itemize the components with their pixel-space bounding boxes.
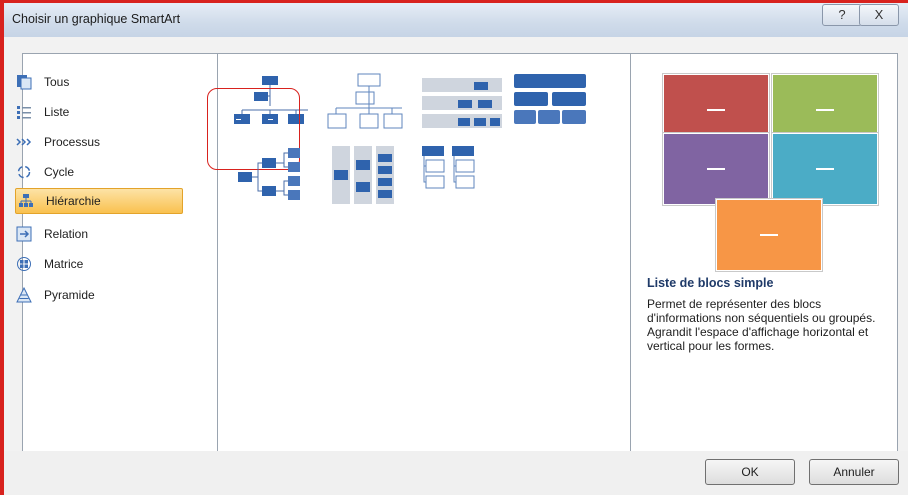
layout-hierarchy-labeled[interactable] (418, 70, 508, 140)
layout-hierarchy-list[interactable] (418, 142, 508, 212)
preview-block (772, 133, 878, 205)
category-label: Cycle (44, 165, 75, 179)
dialog-title: Choisir un graphique SmartArt (12, 12, 181, 26)
process-icon (16, 138, 32, 146)
layout-title: Liste de blocs simple (647, 276, 774, 290)
list-icon (17, 106, 31, 119)
preview-block (716, 199, 822, 271)
help-button[interactable]: ? (822, 4, 862, 26)
category-processus[interactable]: Processus (14, 130, 180, 154)
red-annotation-border (0, 0, 4, 495)
category-label: Processus (44, 135, 101, 149)
category-pyramide[interactable]: Pyramide (14, 283, 180, 307)
category-label: Relation (44, 227, 89, 241)
preview-block (663, 133, 769, 205)
layout-horizontal-hierarchy[interactable] (232, 142, 322, 212)
category-label: Matrice (44, 257, 84, 271)
layout-description: Permet de représenter des blocs d'inform… (647, 297, 876, 353)
relationship-icon (16, 226, 32, 242)
cancel-button[interactable]: Annuler (809, 459, 899, 485)
ok-button[interactable]: OK (705, 459, 795, 485)
category-liste[interactable]: Liste (14, 100, 180, 124)
category-label: Tous (44, 75, 70, 89)
layout-labeled-horizontal-hierarchy[interactable] (326, 142, 416, 212)
smartart-dialog: Choisir un graphique SmartArt ? X Tous L… (0, 0, 908, 495)
category-hierarchie[interactable]: Hiérarchie (15, 188, 183, 214)
category-tous[interactable]: Tous (14, 70, 180, 94)
category-matrice[interactable]: Matrice (14, 252, 180, 276)
all-icon (17, 75, 32, 90)
pyramid-icon (16, 287, 32, 303)
category-cycle[interactable]: Cycle (14, 160, 180, 184)
close-button[interactable]: X (859, 4, 899, 26)
category-label: Pyramide (44, 288, 95, 302)
layout-name-title-org-chart[interactable] (326, 70, 416, 140)
red-annotation-border (0, 0, 908, 3)
layout-horizontal-hierarchy-blocks[interactable] (510, 70, 600, 140)
category-label: Liste (44, 105, 70, 119)
hierarchy-icon (19, 194, 33, 207)
title-bar: Choisir un graphique SmartArt ? X (4, 3, 908, 37)
cycle-icon (17, 165, 31, 179)
pane-divider (630, 54, 631, 452)
matrix-icon (17, 257, 31, 271)
category-label: Hiérarchie (46, 194, 101, 208)
category-relation[interactable]: Relation (14, 222, 180, 246)
